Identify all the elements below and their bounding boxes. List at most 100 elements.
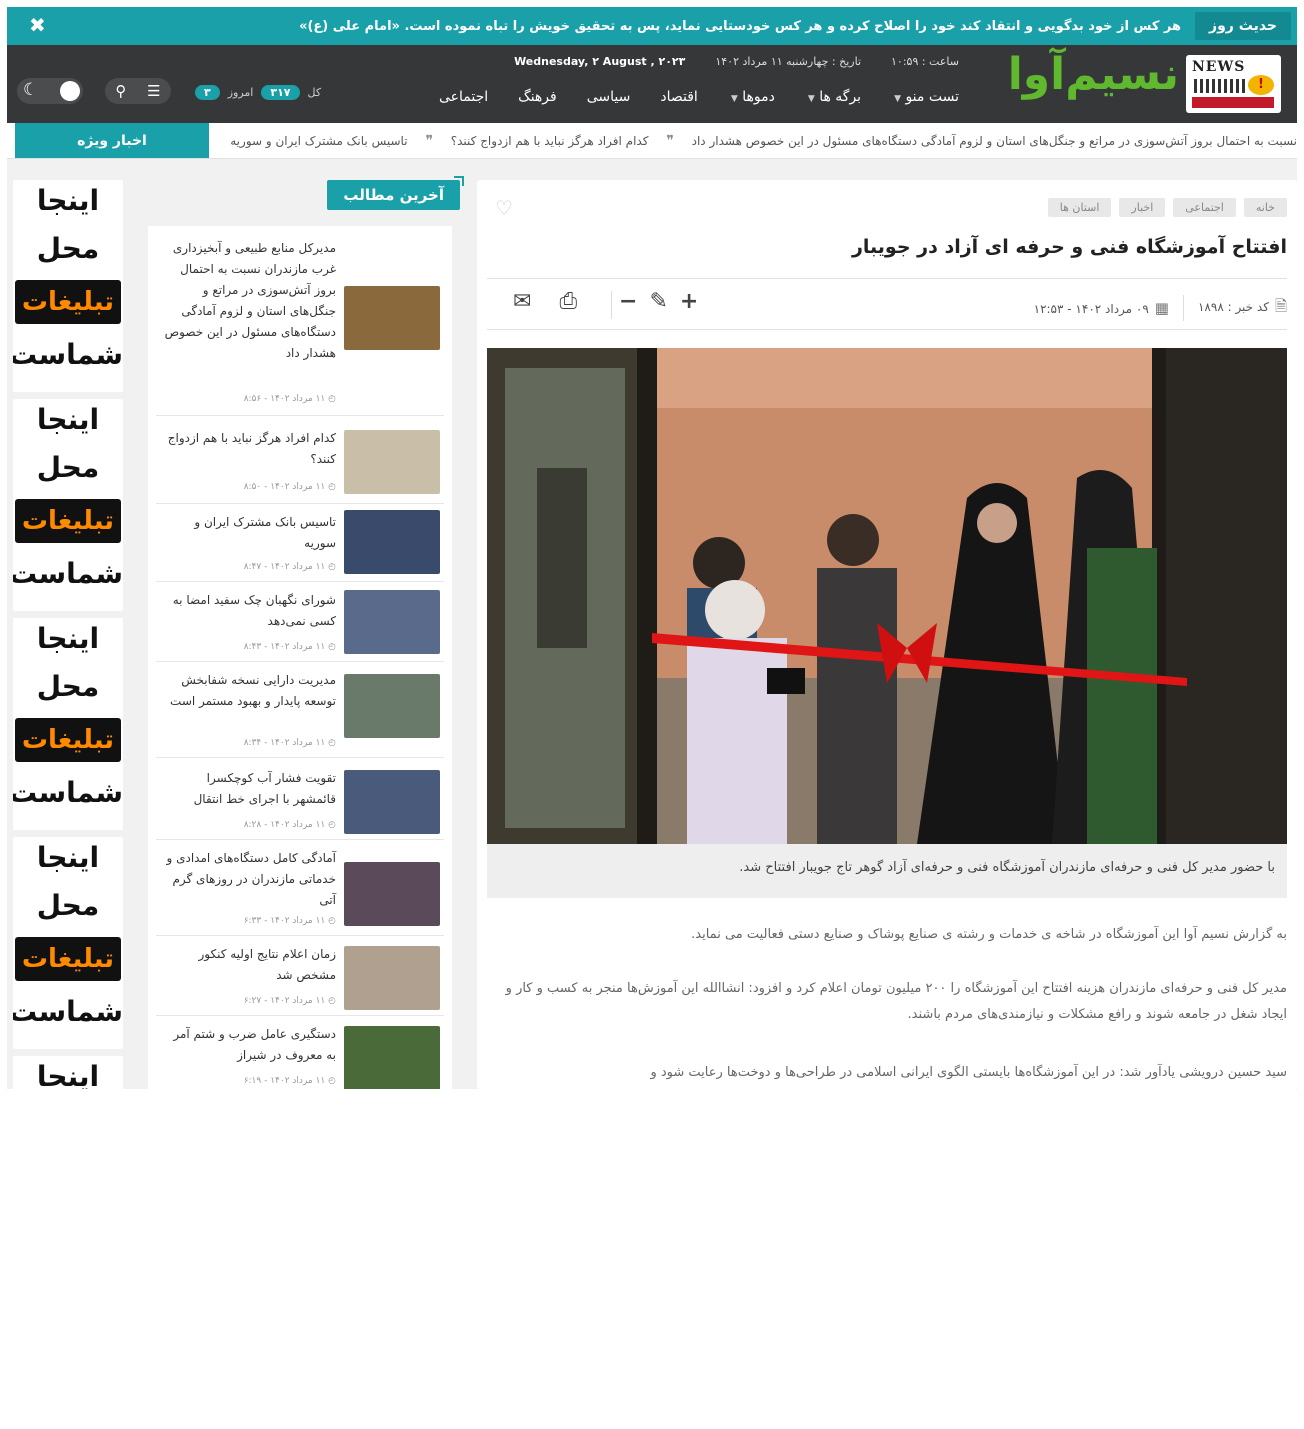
nav-item-demos[interactable]: دموها ▼ <box>728 89 775 105</box>
list-item[interactable]: تاسیس بانک مشترک ایران و سوریه ◴ ۱۱ مردا… <box>156 510 444 582</box>
visit-counters: کل ۳۱۷ امروز ۳ <box>195 85 321 100</box>
ticker-item[interactable]: کدام افراد هرگز نباید با هم ازدواج کنند؟ <box>451 134 649 148</box>
close-icon[interactable]: ✖ <box>29 13 46 37</box>
nav-item-social[interactable]: اجتماعی <box>439 89 488 105</box>
list-item[interactable]: شورای نگهبان چک سفید امضا به کسی نمی‌دهد… <box>156 588 444 662</box>
dark-mode-toggle[interactable]: ☾ <box>17 78 83 104</box>
ad-highlight: تبلیغات <box>15 718 121 762</box>
clock-icon: ◴ <box>328 1076 336 1086</box>
article-paragraph: سید حسین درویشی یادآور شد: در این آموزشگ… <box>650 1065 1287 1080</box>
font-increase-icon[interactable]: + <box>680 289 698 314</box>
search-icon[interactable]: ⚲ <box>115 82 126 100</box>
news-title[interactable]: تاسیس بانک مشترک ایران و سوریه <box>164 512 336 554</box>
news-title[interactable]: شورای نگهبان چک سفید امضا به کسی نمی‌دهد <box>164 590 336 632</box>
news-thumbnail[interactable] <box>344 946 440 1010</box>
edit-icon[interactable]: ✎ <box>649 289 667 314</box>
ad-line: اینجا <box>36 622 100 655</box>
header-date-fa: تاریخ : چهارشنبه ۱۱ مرداد ۱۴۰۲ <box>715 55 862 68</box>
ad-banner[interactable]: اینجا محل تبلیغات شماست <box>13 618 123 830</box>
calendar-icon: ▦ <box>1154 299 1169 317</box>
breadcrumb-news[interactable]: اخبار <box>1119 198 1166 217</box>
site-header: NEWS ! نسیم‌آوا ساعت : ۱۰:۵۹ تاریخ : چها… <box>7 45 1297 123</box>
list-item[interactable]: مدیرکل منابع طبیعی و آبخیزداری غرب مازند… <box>156 238 444 416</box>
news-time: ◴ ۱۱ مرداد ۱۴۰۲ - ۸:۵۶ <box>164 394 336 404</box>
news-title[interactable]: مدیرکل منابع طبیعی و آبخیزداری غرب مازند… <box>164 238 336 364</box>
nav-item-culture[interactable]: فرهنگ <box>518 89 557 105</box>
breadcrumb-provinces[interactable]: استان ها <box>1047 198 1112 217</box>
print-icon[interactable]: ⎙ <box>559 289 577 314</box>
nav-item-test-menu[interactable]: تست منو ▼ <box>891 89 959 105</box>
hadith-tag: حدیث روز <box>1195 12 1291 40</box>
news-title[interactable]: دستگیری عامل ضرب و شتم آمر به معروف در ش… <box>164 1024 336 1066</box>
heart-icon[interactable]: ♡ <box>495 196 513 220</box>
ticker-item[interactable]: نسبت به احتمال بروز آتش‌سوزی در مراتع و … <box>692 134 1297 148</box>
ad-banner[interactable]: اینجا <box>13 1056 123 1089</box>
quote-icon: ❞ <box>666 133 674 149</box>
news-title[interactable]: زمان اعلام نتایج اولیه کنکور مشخص شد <box>164 944 336 986</box>
news-time-text: ۱۱ مرداد ۱۴۰۲ - ۶:۳۳ <box>243 916 326 926</box>
font-decrease-icon[interactable]: − <box>619 289 637 314</box>
news-code: 🗎 کد خبر : ۱۸۹۸ <box>1198 296 1287 321</box>
moon-icon: ☾ <box>23 80 39 100</box>
nav-label: تست منو <box>905 89 959 105</box>
list-item[interactable]: مدیریت دارایی نسخه شفابخش توسعه پایدار و… <box>156 668 444 758</box>
share-tools: ✉ ⎙ <box>513 289 577 314</box>
news-title[interactable]: کدام افراد هرگز نباید با هم ازدواج کنند؟ <box>164 428 336 470</box>
ad-banner[interactable]: اینجا محل تبلیغات شماست <box>13 837 123 1049</box>
nav-item-politics[interactable]: سیاسی <box>587 89 631 105</box>
ad-line: شماست <box>13 995 123 1028</box>
news-thumbnail[interactable] <box>344 862 440 926</box>
latest-news-panel: آخرین مطالب مدیرکل منابع طبیعی و آبخیزدا… <box>148 176 464 1089</box>
chevron-down-icon: ▼ <box>894 94 901 104</box>
nav-item-pages[interactable]: برگه ها ▼ <box>805 89 861 105</box>
tools-divider <box>611 291 612 319</box>
logo-strip <box>1192 97 1274 108</box>
list-item[interactable]: آمادگی کامل دستگاه‌های امدادی و خدماتی م… <box>156 846 444 936</box>
news-title[interactable]: مدیریت دارایی نسخه شفابخش توسعه پایدار و… <box>164 670 336 712</box>
breadcrumb-social[interactable]: اجتماعی <box>1173 198 1236 217</box>
nav-label: برگه ها <box>819 89 862 105</box>
menu-icon[interactable]: ☰ <box>147 82 160 100</box>
nav-item-economy[interactable]: اقتصاد <box>660 89 697 105</box>
news-title[interactable]: تقویت فشار آب کوچکسرا قائمشهر با اجرای خ… <box>164 768 336 810</box>
news-thumbnail[interactable] <box>344 770 440 834</box>
news-time-text: ۱۱ مرداد ۱۴۰۲ - ۶:۱۹ <box>243 1076 326 1086</box>
ad-highlight: تبلیغات <box>15 499 121 543</box>
clock-icon: ◴ <box>328 916 336 926</box>
news-thumbnail[interactable] <box>344 510 440 574</box>
news-thumbnail[interactable] <box>344 1026 440 1089</box>
document-icon: 🗎 <box>1274 296 1287 315</box>
news-thumbnail[interactable] <box>344 590 440 654</box>
ad-banner[interactable]: اینجا محل تبلیغات شماست <box>13 180 123 392</box>
ad-line: اینجا <box>36 184 100 217</box>
ad-line: اینجا <box>36 1060 100 1089</box>
hadith-text: هر کس از خود بدگویی و انتقاد کند خود را … <box>299 18 1182 34</box>
chevron-down-icon: ▼ <box>807 94 815 104</box>
article-paragraph: مدیر کل فنی و حرفه‌ای مازندران هزینه افت… <box>505 981 1287 1022</box>
clock-icon: ◴ <box>328 562 336 572</box>
news-thumbnail[interactable] <box>344 430 440 494</box>
list-item[interactable]: کدام افراد هرگز نباید با هم ازدواج کنند؟… <box>156 426 444 504</box>
nav-label: دموها <box>742 89 775 105</box>
today-count-badge: ۳ <box>195 85 220 100</box>
news-time-text: ۱۱ مرداد ۱۴۰۲ - ۸:۵۰ <box>243 482 326 492</box>
list-item[interactable]: تقویت فشار آب کوچکسرا قائمشهر با اجرای خ… <box>156 766 444 840</box>
font-size-tools: − ✎ + <box>619 289 698 314</box>
news-title[interactable]: آمادگی کامل دستگاه‌های امدادی و خدماتی م… <box>164 848 336 911</box>
brand-logo[interactable]: نسیم‌آوا <box>1008 49 1181 100</box>
ticker-item[interactable]: تاسیس بانک مشترک ایران و سوریه <box>230 134 407 148</box>
mail-icon[interactable]: ✉ <box>513 289 531 314</box>
latest-news-title: آخرین مطالب <box>327 180 460 210</box>
news-logo[interactable]: NEWS ! <box>1186 55 1281 113</box>
news-time-text: ۱۱ مرداد ۱۴۰۲ - ۸:۲۸ <box>243 820 326 830</box>
list-item[interactable]: دستگیری عامل ضرب و شتم آمر به معروف در ش… <box>156 1022 444 1089</box>
logo-exclamation-icon: ! <box>1248 75 1274 95</box>
news-thumbnail[interactable] <box>344 674 440 738</box>
news-thumbnail[interactable] <box>344 286 440 350</box>
clock-icon: ◴ <box>328 820 336 830</box>
list-item[interactable]: زمان اعلام نتایج اولیه کنکور مشخص شد ◴ ۱… <box>156 942 444 1016</box>
ad-highlight: تبلیغات <box>15 937 121 981</box>
ad-banner[interactable]: اینجا محل تبلیغات شماست <box>13 399 123 611</box>
breadcrumb-home[interactable]: خانه <box>1243 198 1287 217</box>
article-meta: 🗎 کد خبر : ۱۸۹۸ ▦ ۰۹ مرداد ۱۴۰۲ - ۱۲:۵۳ <box>1034 295 1287 321</box>
